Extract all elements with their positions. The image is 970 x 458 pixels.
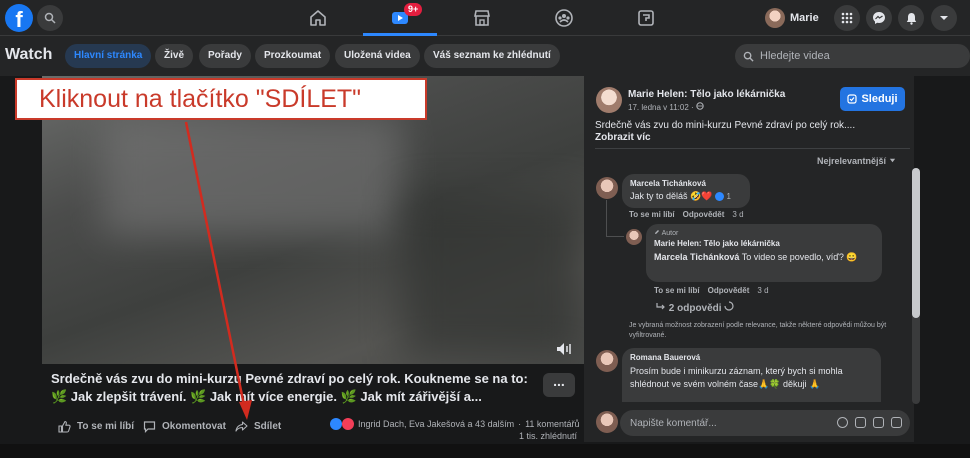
reply-author[interactable]: Marie Helen: Tělo jako lékárnička bbox=[654, 239, 874, 248]
comment-author[interactable]: Romana Bauerová bbox=[630, 353, 873, 362]
mention-link[interactable]: Marcela Tichánková bbox=[654, 252, 739, 262]
page-avatar[interactable] bbox=[596, 87, 622, 113]
reply-text: Marcela Tichánková To video se povedlo, … bbox=[654, 252, 858, 262]
scrollbar-thumb[interactable] bbox=[912, 168, 920, 318]
comment-author[interactable]: Marcela Tichánková bbox=[630, 179, 742, 188]
commenter-avatar[interactable] bbox=[596, 177, 618, 199]
gif-icon[interactable] bbox=[873, 417, 884, 428]
comment-actions: To se mi líbí Odpovědět 3 d bbox=[629, 210, 744, 219]
caret-down-icon bbox=[889, 158, 895, 163]
camera-icon[interactable] bbox=[855, 417, 866, 428]
comment-bubble: Marcela Tichánková Jak ty to děláš 🤣❤️ 1 bbox=[622, 174, 750, 208]
pen-icon bbox=[655, 230, 659, 234]
sticker-icon[interactable] bbox=[891, 417, 902, 428]
reply-actions: To se mi líbí Odpovědět 3 d bbox=[654, 286, 769, 295]
like-reaction-icon bbox=[714, 192, 724, 202]
relevance-note: Je vybraná možnost zobrazení podle relev… bbox=[629, 322, 887, 339]
comment-like-link[interactable]: To se mi líbí bbox=[629, 210, 675, 219]
comments-scrollbar[interactable] bbox=[912, 168, 920, 404]
reply-reply-link[interactable]: Odpovědět bbox=[708, 286, 750, 295]
follow-button[interactable]: Sleduji bbox=[840, 87, 905, 111]
emoji-icon[interactable] bbox=[837, 417, 848, 428]
comment-box[interactable] bbox=[620, 410, 910, 436]
globe-icon bbox=[696, 102, 704, 110]
comment-time: 3 d bbox=[732, 210, 744, 219]
comment-text: Prosím bude i minikurzu záznam, který by… bbox=[630, 366, 843, 389]
author-badge: Autor bbox=[654, 229, 874, 237]
see-more-link[interactable]: Zobrazit víc bbox=[595, 132, 651, 143]
reply-arrow-icon bbox=[656, 303, 665, 310]
comment-text: Jak ty to děláš 🤣❤️ 1 bbox=[630, 191, 731, 202]
reply-bubble: Autor Marie Helen: Tělo jako lékárnička … bbox=[646, 224, 882, 282]
avatar bbox=[596, 411, 618, 433]
view-replies-link[interactable]: 2 odpovědi bbox=[656, 301, 734, 314]
loading-spinner-icon bbox=[724, 301, 734, 311]
comment-input[interactable] bbox=[630, 417, 820, 429]
commenter-avatar[interactable] bbox=[596, 350, 618, 372]
post-date: 17. ledna v 11:02 · bbox=[628, 102, 704, 112]
post-text: Srdečně vás zvu do mini-kurzu Pevné zdra… bbox=[595, 120, 856, 131]
follow-check-icon bbox=[847, 94, 858, 104]
post-author[interactable]: Marie Helen: Tělo jako lékárnička bbox=[628, 89, 785, 100]
comment-bubble: Romana Bauerová Prosím bude i minikurzu … bbox=[622, 348, 881, 402]
reply-like-link[interactable]: To se mi líbí bbox=[654, 286, 700, 295]
sort-dropdown[interactable]: Nejrelevantnější bbox=[817, 156, 896, 166]
comment-reply-link[interactable]: Odpovědět bbox=[683, 210, 725, 219]
reply-time: 3 d bbox=[757, 286, 769, 295]
author-avatar[interactable] bbox=[626, 229, 642, 245]
